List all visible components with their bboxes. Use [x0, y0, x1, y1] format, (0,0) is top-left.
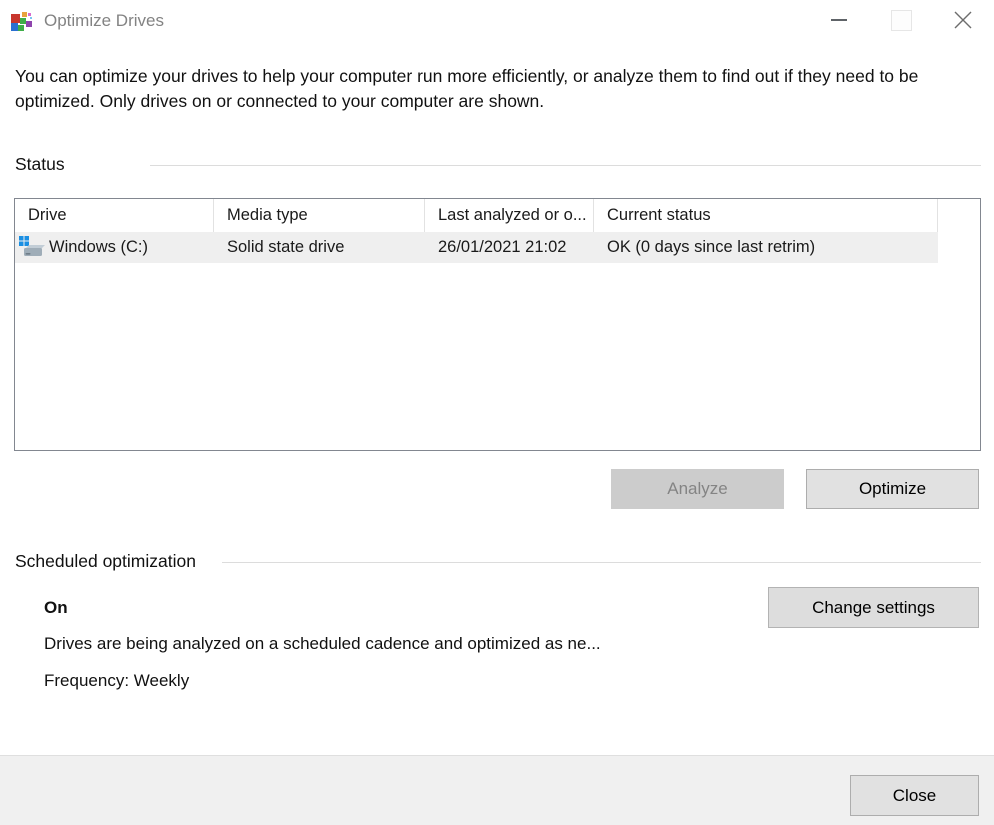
minimize-icon: [831, 19, 847, 21]
maximize-icon: [891, 10, 912, 31]
optimize-button[interactable]: Optimize: [806, 469, 979, 509]
drive-list: Drive Media type Last analyzed or o... C…: [14, 198, 981, 451]
maximize-button: [870, 0, 932, 40]
scheduled-description: Drives are being analyzed on a scheduled…: [44, 634, 601, 654]
column-header-media-type[interactable]: Media type: [214, 199, 425, 232]
optimize-drives-dialog: { "window": { "title": "Optimize Drives"…: [0, 0, 994, 825]
status-section-label: Status: [15, 154, 65, 175]
current-status-cell: OK (0 days since last retrim): [594, 238, 938, 257]
drive-cell: Windows (C:): [15, 236, 214, 260]
scheduled-optimization-label: Scheduled optimization: [15, 551, 196, 572]
column-header-drive[interactable]: Drive: [15, 199, 214, 232]
table-row[interactable]: Windows (C:) Solid state drive 26/01/202…: [15, 232, 938, 263]
optimize-drives-app-icon: [10, 9, 34, 33]
close-icon: [952, 9, 974, 31]
scheduled-frequency: Frequency: Weekly: [44, 671, 189, 691]
drive-list-header: Drive Media type Last analyzed or o... C…: [15, 199, 980, 232]
scheduled-optimization-rule: [222, 562, 981, 563]
dialog-footer: [0, 755, 994, 825]
hard-drive-icon: [19, 236, 46, 260]
drive-name: Windows (C:): [49, 238, 148, 257]
analyze-button: Analyze: [611, 469, 784, 509]
intro-text: You can optimize your drives to help you…: [15, 64, 923, 114]
title-bar: Optimize Drives: [0, 0, 994, 42]
window-controls: [808, 0, 994, 40]
window-title: Optimize Drives: [44, 11, 164, 31]
last-analyzed-cell: 26/01/2021 21:02: [425, 238, 594, 257]
status-section-rule: [150, 165, 981, 166]
scheduled-state: On: [44, 598, 68, 618]
column-header-last-analyzed[interactable]: Last analyzed or o...: [425, 199, 594, 232]
column-header-current-status[interactable]: Current status: [594, 199, 938, 232]
close-button[interactable]: Close: [850, 775, 979, 816]
close-window-button[interactable]: [932, 0, 994, 40]
media-type-cell: Solid state drive: [214, 238, 425, 257]
change-settings-button[interactable]: Change settings: [768, 587, 979, 628]
minimize-button[interactable]: [808, 0, 870, 40]
